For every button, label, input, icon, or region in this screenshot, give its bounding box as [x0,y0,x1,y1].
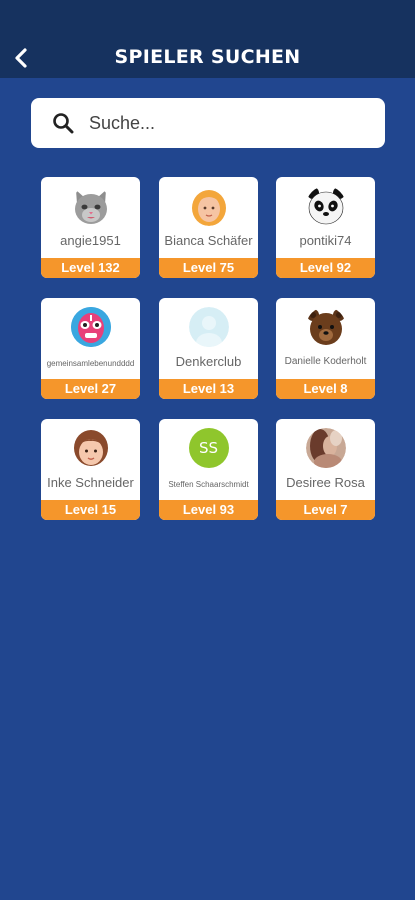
player-name: Bianca Schäfer [164,233,253,248]
player-card-bianca-schaefer[interactable]: Bianca Schäfer Level 75 [159,177,258,278]
player-card-steffen-schaarschmidt[interactable]: SS Steffen Schaarschmidt Level 93 [159,419,258,520]
cat-avatar-icon [71,186,111,226]
player-card-gemeinsamleben[interactable]: gemeinsamlebenundddd Level 27 [41,298,140,399]
player-level: Level 8 [276,379,375,399]
player-card-inke-schneider[interactable]: Inke Schneider Level 15 [41,419,140,520]
initials-avatar: SS [188,428,229,468]
player-card-denkerclub[interactable]: Denkerclub Level 13 [159,298,258,399]
player-card-danielle-koderholt[interactable]: Danielle Koderholt Level 8 [276,298,375,399]
player-level: Level 27 [41,379,140,399]
player-name: angie1951 [60,233,121,248]
wrestler-mask-avatar-icon [70,307,111,347]
player-level: Level 15 [41,500,140,520]
player-name: Danielle Koderholt [284,356,367,367]
brown-hair-woman-avatar-icon [71,428,111,468]
search-icon [51,110,77,136]
player-name: Desiree Rosa [286,475,365,490]
panda-avatar-icon [306,186,346,226]
bear-avatar-icon [306,307,346,347]
top-bar: SPIELER SUCHEN [0,0,415,78]
default-user-avatar-icon [188,307,229,347]
avatar-initials: SS [198,439,219,457]
player-level: Level 92 [276,258,375,278]
player-level: Level 132 [41,258,140,278]
blonde-woman-avatar-icon [189,186,229,226]
player-level: Level 75 [159,258,258,278]
search-bar[interactable] [31,98,385,148]
player-level: Level 93 [159,500,258,520]
player-card-desiree-rosa[interactable]: Desiree Rosa Level 7 [276,419,375,520]
player-name: gemeinsamlebenundddd [46,359,135,368]
player-level: Level 13 [159,379,258,399]
player-name: Denkerclub [175,354,242,369]
player-card-angie1951[interactable]: angie1951 Level 132 [41,177,140,278]
player-name: Steffen Schaarschmidt [168,480,249,489]
player-name: Inke Schneider [47,475,134,490]
search-input[interactable] [87,111,371,135]
player-card-pontiki74[interactable]: pontiki74 Level 92 [276,177,375,278]
player-level: Level 7 [276,500,375,520]
page-title: SPIELER SUCHEN [114,46,301,68]
photo-avatar [305,428,346,468]
player-name: pontiki74 [299,233,352,248]
